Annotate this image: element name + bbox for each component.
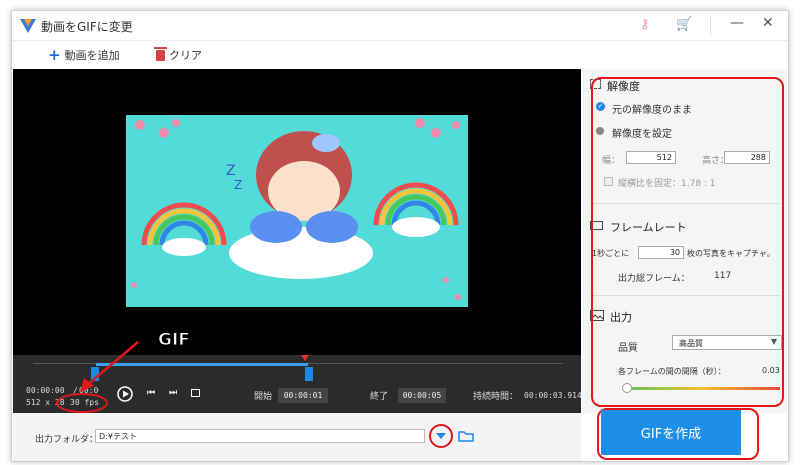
output-folder-value: D:¥テスト <box>99 432 137 441</box>
clear-button[interactable]: クリア <box>154 46 202 63</box>
add-video-button[interactable]: + 動画を追加 <box>48 47 120 63</box>
duration-value: 00:00:03.914 <box>524 391 582 400</box>
minimize-icon[interactable]: — <box>730 15 744 31</box>
duration-label: 持続時間： <box>473 392 519 402</box>
trash-icon <box>154 46 167 61</box>
svg-text:Z: Z <box>234 178 242 192</box>
dropdown-highlight <box>429 424 453 448</box>
window-title: 動画をGIFに変更 <box>41 20 133 34</box>
annotation-arrow-icon <box>80 341 139 392</box>
key-icon[interactable]: ⚷ <box>640 17 650 32</box>
snapshot-icon[interactable] <box>191 389 200 397</box>
title-divider <box>710 17 711 35</box>
svg-text:Z: Z <box>226 163 236 179</box>
fps-highlight <box>56 393 108 413</box>
end-label: 終了 <box>370 392 389 402</box>
add-video-label: 動画を追加 <box>64 49 120 62</box>
app-logo-icon <box>20 19 36 33</box>
prev-frame-icon[interactable]: ⏮ <box>147 388 155 398</box>
end-trim-handle[interactable] <box>305 367 313 381</box>
video-frame: Z Z <box>126 115 468 307</box>
close-icon[interactable]: ✕ <box>762 15 774 31</box>
open-folder-icon[interactable] <box>458 430 474 442</box>
toolbar: + 動画を追加 クリア <box>12 41 788 68</box>
next-frame-icon[interactable]: ⏭ <box>169 388 177 398</box>
start-time-field[interactable]: 00:00:01 <box>278 388 328 403</box>
cart-icon[interactable]: 🛒 <box>676 17 692 32</box>
video-preview: Z Z <box>13 69 581 355</box>
annotation-label: 元GIFのフレームレート <box>140 330 326 351</box>
output-bar: 出力フォルダ： D:¥テスト <box>13 413 581 461</box>
current-time: 00:00:00 <box>26 386 65 395</box>
playhead-marker[interactable] <box>301 355 309 361</box>
plus-icon: + <box>48 46 61 64</box>
start-label: 開始 <box>254 392 273 402</box>
video-illustration: Z Z <box>131 118 461 300</box>
settings-highlight <box>591 77 784 407</box>
title-bar: 動画をGIFに変更 ⚷ 🛒 — ✕ <box>12 11 788 41</box>
output-folder-label: 出力フォルダ： <box>35 435 99 445</box>
create-gif-button[interactable]: GIFを作成 <box>601 410 741 455</box>
clear-label: クリア <box>169 49 202 62</box>
app-window: 動画をGIFに変更 ⚷ 🛒 — ✕ + 動画を追加 クリア Z Z 00:00:… <box>11 10 789 462</box>
end-time-field[interactable]: 00:00:05 <box>398 388 446 403</box>
output-folder-field[interactable]: D:¥テスト <box>95 429 425 443</box>
